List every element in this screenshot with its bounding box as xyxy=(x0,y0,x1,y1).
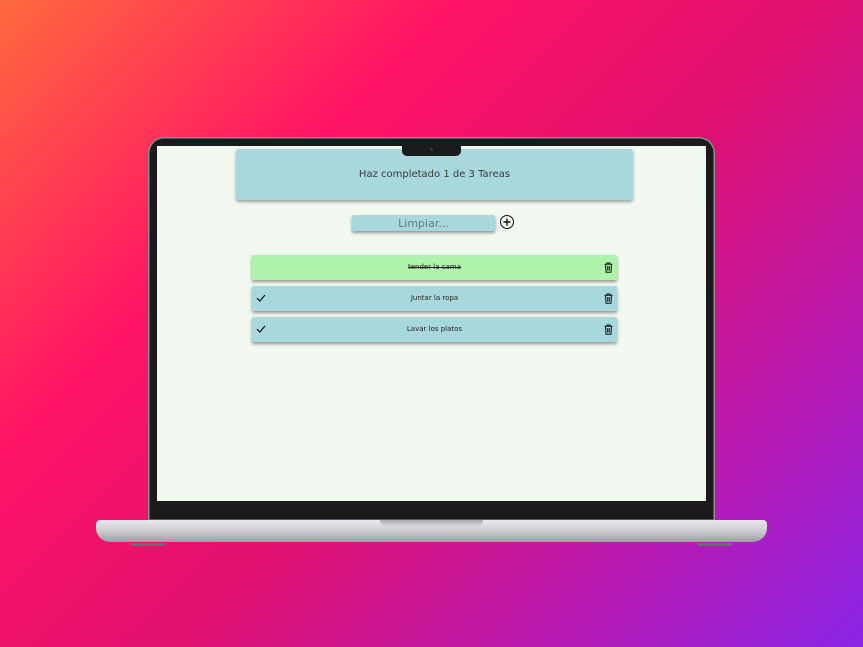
plus-circle-icon xyxy=(503,218,511,226)
task-text: Lavar los platos xyxy=(406,325,463,333)
task-item[interactable]: tender la cama xyxy=(252,255,617,280)
search-input[interactable] xyxy=(352,215,495,231)
laptop-base xyxy=(96,520,767,542)
app-screen: Haz completado 1 de 3 Tareas tender la c… xyxy=(157,146,706,501)
task-text: Juntar la ropa xyxy=(410,294,459,302)
task-item[interactable]: Lavar los platos xyxy=(252,317,617,342)
summary-card: Haz completado 1 de 3 Tareas xyxy=(236,149,633,200)
completed-summary: Haz completado 1 de 3 Tareas xyxy=(358,169,511,180)
add-task-button[interactable] xyxy=(500,215,514,229)
camera-notch xyxy=(402,146,461,156)
trash-icon[interactable] xyxy=(604,262,613,273)
task-text: tender la cama xyxy=(407,263,462,271)
trash-icon[interactable] xyxy=(604,324,613,335)
camera-icon xyxy=(430,148,433,151)
laptop-groove xyxy=(380,520,483,526)
trash-icon[interactable] xyxy=(604,293,613,304)
task-item[interactable]: Juntar la ropa xyxy=(252,286,617,311)
laptop-foot xyxy=(697,543,733,546)
laptop-foot xyxy=(130,543,166,546)
